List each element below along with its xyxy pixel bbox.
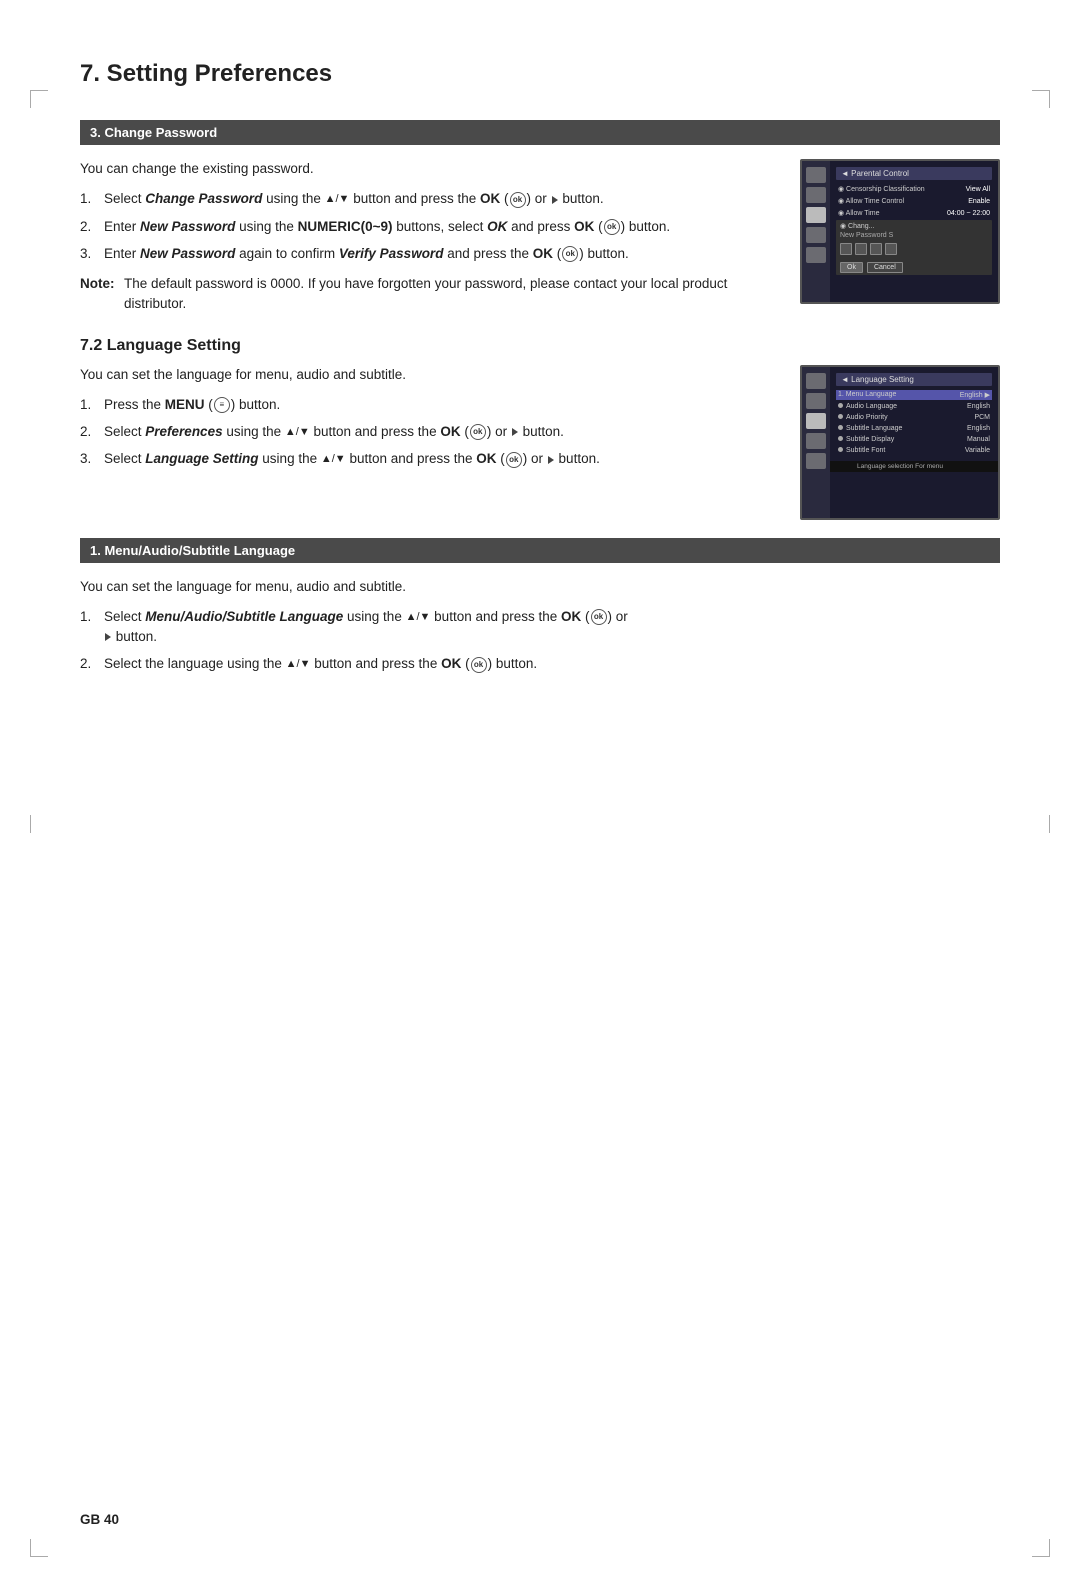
section-change-password: 3. Change Password You can change the ex… <box>80 120 1000 315</box>
language-setting-steps: 1. Press the MENU (≡) button. 2. Select … <box>80 395 776 470</box>
language-setting-screenshot: ◄ Language Setting 1. Menu Language Engl… <box>800 365 1000 520</box>
sidebar-icon-3 <box>806 207 826 223</box>
arrow-icon-4 <box>105 633 111 641</box>
corner-mark-br <box>1032 1539 1050 1557</box>
sidebar-icon-5 <box>806 247 826 263</box>
ss-row-2: ◉ Allow Time Control Enable <box>836 196 992 206</box>
ss-lang-row-6: Subtitle Font Variable <box>836 446 992 455</box>
ss-lang-row-5: Subtitle Display Manual <box>836 435 992 444</box>
language-setting-content: You can set the language for menu, audio… <box>80 365 776 520</box>
change-password-desc: You can change the existing password. <box>80 159 776 179</box>
menu-audio-step-2: 2. Select the language using the ▲/▼ but… <box>80 654 1000 674</box>
section-language-setting: 7.2 Language Setting You can set the lan… <box>80 337 1000 520</box>
ss-lang-row-3: Audio Priority PCM <box>836 413 992 422</box>
sidebar-icon-lang-3 <box>806 413 826 429</box>
sidebar-icon-1 <box>806 167 826 183</box>
ss-change-password-row: ◉ Chang... New Password S Ok Cancel <box>836 220 992 275</box>
section-menu-audio-subtitle: 1. Menu/Audio/Subtitle Language You can … <box>80 538 1000 675</box>
ss-buttons: Ok Cancel <box>840 262 903 273</box>
change-password-step-2: 2. Enter New Password using the NUMERIC(… <box>80 217 776 237</box>
corner-mark-tl <box>30 90 48 108</box>
menu-audio-desc: You can set the language for menu, audio… <box>80 577 1000 597</box>
arrow-icon-2 <box>512 428 518 436</box>
sidebar-icon-2 <box>806 187 826 203</box>
ss-row-1: ◉ Censorship Classification View All <box>836 184 992 194</box>
side-mark-right <box>1049 815 1050 833</box>
section-header-menu-audio: 1. Menu/Audio/Subtitle Language <box>80 538 1000 563</box>
arrow-icon-3 <box>548 456 554 464</box>
ss-lang-row-1: 1. Menu Language English ▶ <box>836 390 992 400</box>
menu-audio-step-1: 1. Select Menu/Audio/Subtitle Language u… <box>80 607 1000 648</box>
ss-lang-caption: Language selection For menu <box>802 461 998 472</box>
change-password-note: Note: The default password is 0000. If y… <box>80 274 776 315</box>
language-setting-subtitle: 7.2 Language Setting <box>80 337 1000 355</box>
sidebar-icon-lang-2 <box>806 393 826 409</box>
page-footer: GB 40 <box>80 1512 119 1527</box>
language-setting-desc: You can set the language for menu, audio… <box>80 365 776 385</box>
sidebar-icon-lang-4 <box>806 433 826 449</box>
ss-parental-title: ◄ Parental Control <box>836 167 992 180</box>
corner-mark-tr <box>1032 90 1050 108</box>
arrow-icon-1 <box>552 196 558 204</box>
ss-password-boxes <box>840 243 897 255</box>
language-setting-step-2: 2. Select Preferences using the ▲/▼ butt… <box>80 422 776 442</box>
change-password-content: You can change the existing password. 1.… <box>80 159 776 315</box>
sidebar-icon-lang-1 <box>806 373 826 389</box>
ss-row-3: ◉ Allow Time 04:00 ~ 22:00 <box>836 208 992 218</box>
menu-audio-steps: 1. Select Menu/Audio/Subtitle Language u… <box>80 607 1000 675</box>
ss-lang-row-4: Subtitle Language English <box>836 424 992 433</box>
ss-lang-row-2: Audio Language English <box>836 402 992 411</box>
section-header-change-password: 3. Change Password <box>80 120 1000 145</box>
language-setting-step-3: 3. Select Language Setting using the ▲/▼… <box>80 449 776 469</box>
change-password-step-3: 3. Enter New Password again to confirm V… <box>80 244 776 264</box>
page-title: 7. Setting Preferences <box>80 60 1000 92</box>
change-password-steps: 1. Select Change Password using the ▲/▼ … <box>80 189 776 264</box>
side-mark-left <box>30 815 31 833</box>
sidebar-icon-lang-5 <box>806 453 826 469</box>
parental-control-screenshot: ◄ Parental Control ◉ Censorship Classifi… <box>800 159 1000 315</box>
sidebar-icon-4 <box>806 227 826 243</box>
corner-mark-bl <box>30 1539 48 1557</box>
ss-lang-title: ◄ Language Setting <box>836 373 992 386</box>
change-password-step-1: 1. Select Change Password using the ▲/▼ … <box>80 189 776 209</box>
language-setting-step-1: 1. Press the MENU (≡) button. <box>80 395 776 415</box>
